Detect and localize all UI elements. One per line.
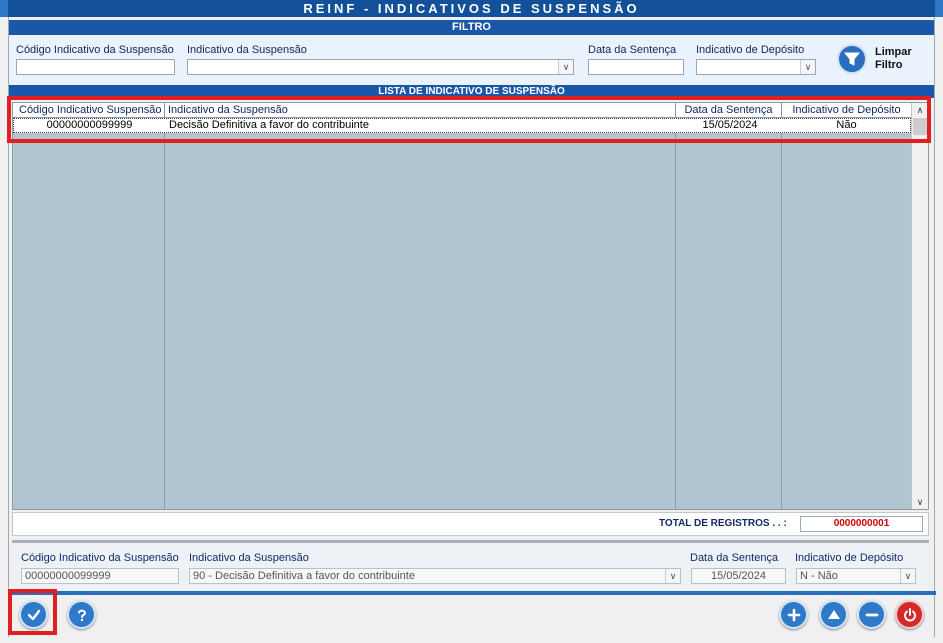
window-title: REINF - INDICATIVOS DE SUSPENSÃO — [303, 1, 640, 16]
clear-filter-label-line1: Limpar — [875, 46, 912, 58]
title-bar-right-edge — [935, 0, 943, 17]
total-panel: TOTAL DE REGISTROS . . : 0000000001 — [12, 512, 929, 536]
scroll-down-icon[interactable]: ∨ — [912, 495, 928, 509]
triangle-up-icon — [827, 609, 840, 619]
help-button[interactable] — [67, 600, 96, 629]
filter-indicativo-label: Indicativo da Suspensão — [187, 44, 307, 56]
add-button[interactable] — [779, 600, 808, 629]
chevron-down-icon: ∨ — [900, 569, 915, 583]
minus-icon — [865, 613, 878, 616]
detail-indicativo-select: 90 - Decisão Definitiva a favor do contr… — [189, 568, 681, 584]
row-indicativo: Decisão Definitiva a favor do contribuin… — [169, 119, 369, 131]
detail-deposito-select: N - Não ∨ — [796, 568, 916, 584]
column-divider — [781, 133, 782, 509]
main-window: FILTRO Código Indicativo da Suspensão In… — [8, 17, 936, 637]
edit-button[interactable] — [819, 600, 848, 629]
remove-button[interactable] — [857, 600, 886, 629]
grid-header: Código Indicativo Suspensão Indicativo d… — [13, 103, 911, 118]
total-records-label: TOTAL DE REGISTROS . . : — [659, 518, 787, 529]
column-divider — [675, 133, 676, 509]
column-divider — [164, 133, 165, 509]
filter-data-input[interactable] — [588, 59, 684, 75]
window-title-bar: REINF - INDICATIVOS DE SUSPENSÃO — [0, 0, 943, 17]
confirm-button[interactable] — [19, 600, 48, 629]
column-header-codigo[interactable]: Código Indicativo Suspensão — [13, 103, 165, 118]
list-section-header: LISTA DE INDICATIVO DE SUSPENSÃO — [9, 85, 934, 98]
filter-codigo-label: Código Indicativo da Suspensão — [16, 44, 174, 56]
scroll-up-icon[interactable]: ∧ — [912, 103, 928, 117]
question-icon — [77, 609, 86, 621]
row-codigo: 00000000099999 — [46, 119, 133, 131]
toolbar-divider — [9, 591, 936, 595]
total-records-value: 0000000001 — [800, 516, 923, 532]
detail-deposito-value: N - Não — [800, 570, 838, 582]
filter-deposito-select[interactable]: ∨ — [696, 59, 816, 75]
power-icon — [903, 607, 916, 621]
check-icon — [27, 609, 40, 620]
table-row[interactable]: 00000000099999 Decisão Definitiva a favo… — [13, 118, 911, 133]
detail-panel: Código Indicativo da Suspensão 000000000… — [12, 545, 929, 589]
suspension-list-grid[interactable]: Código Indicativo Suspensão Indicativo d… — [12, 102, 929, 510]
funnel-icon — [843, 52, 861, 66]
filter-deposito-label: Indicativo de Depósito — [696, 44, 805, 56]
filter-data-label: Data da Sentença — [588, 44, 677, 56]
chevron-down-icon[interactable]: ∨ — [800, 60, 815, 74]
plus-icon — [787, 608, 800, 621]
detail-deposito-label: Indicativo de Depósito — [795, 552, 904, 564]
row-deposito: Não — [836, 119, 857, 131]
clear-filter-label-line2: Filtro — [875, 59, 903, 71]
section-divider — [12, 540, 929, 543]
detail-indicativo-label: Indicativo da Suspensão — [189, 552, 309, 564]
filter-section-header: FILTRO — [9, 20, 934, 35]
title-bar-left-edge — [0, 0, 8, 17]
chevron-down-icon[interactable]: ∨ — [558, 60, 573, 74]
scroll-thumb[interactable] — [913, 118, 927, 135]
detail-codigo-field: 00000000099999 — [21, 568, 179, 584]
detail-indicativo-value: 90 - Decisão Definitiva a favor do contr… — [193, 570, 415, 582]
chevron-down-icon: ∨ — [665, 569, 680, 583]
grid-scrollbar[interactable]: ∧ ∨ — [911, 103, 928, 509]
column-header-deposito[interactable]: Indicativo de Depósito — [782, 103, 911, 118]
clear-filter-button[interactable] — [837, 44, 867, 74]
detail-data-label: Data da Sentença — [690, 552, 779, 564]
filter-indicativo-select[interactable]: ∨ — [187, 59, 574, 75]
detail-codigo-label: Código Indicativo da Suspensão — [21, 552, 179, 564]
filter-codigo-input[interactable] — [16, 59, 175, 75]
exit-button[interactable] — [895, 600, 924, 629]
detail-data-field: 15/05/2024 — [691, 568, 786, 584]
column-header-data[interactable]: Data da Sentença — [676, 103, 782, 118]
clear-filter-label[interactable]: Limpar Filtro — [875, 46, 912, 72]
row-data: 15/05/2024 — [702, 119, 758, 131]
column-header-indicativo[interactable]: Indicativo da Suspensão — [165, 103, 676, 118]
